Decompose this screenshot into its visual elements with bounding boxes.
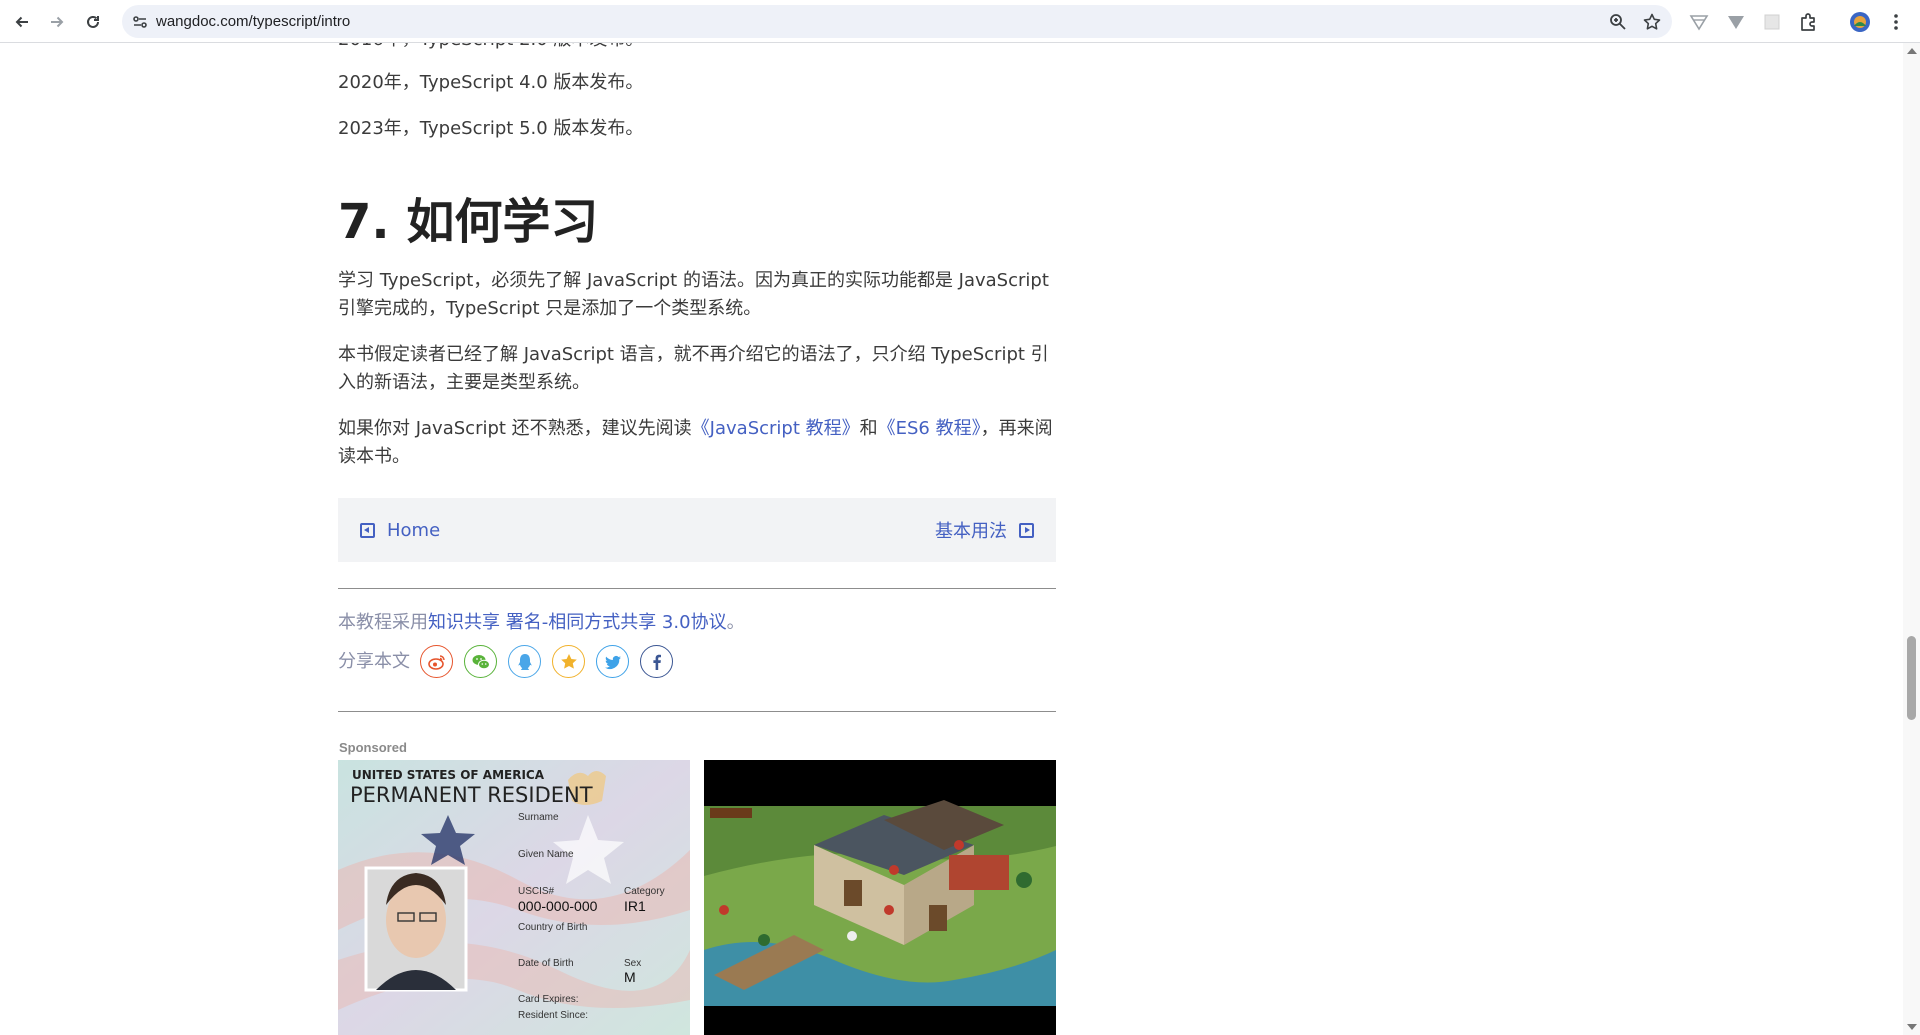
card-country: Country of Birth: [518, 922, 587, 933]
prev-arrow-icon: [360, 522, 375, 538]
share-qq-button[interactable]: [508, 645, 541, 678]
partial-paragraph: 2016年，TypeScript 2.0 版本发布。: [338, 43, 1056, 54]
card-given-name: Given Name: [518, 849, 574, 860]
twitter-icon: [604, 655, 621, 669]
card-uscis-value: 000-000-000: [518, 898, 598, 914]
address-bar[interactable]: wangdoc.com/typescript/intro: [122, 5, 1672, 38]
paragraph-2020: 2020年，TypeScript 4.0 版本发布。: [338, 72, 644, 93]
license-notice: 本教程采用知识共享 署名-相同方式共享 3.0协议。: [338, 609, 745, 637]
next-page-link[interactable]: 基本用法: [935, 498, 1034, 562]
javascript-tutorial-link[interactable]: 《JavaScript 教程》: [692, 418, 860, 439]
qq-icon: [517, 653, 532, 670]
prev-page-link[interactable]: Home: [360, 498, 440, 562]
weibo-icon: [427, 654, 445, 670]
next-page-label: 基本用法: [935, 521, 1007, 542]
card-surname: Surname: [518, 812, 559, 823]
share-label: 分享本文: [338, 651, 410, 672]
paragraph-recommend: 如果你对 JavaScript 还不熟悉，建议先阅读《JavaScript 教程…: [338, 415, 1056, 471]
share-weibo-button[interactable]: [420, 645, 453, 678]
card-since: Resident Since:: [518, 1010, 588, 1021]
scrollbar-thumb[interactable]: [1907, 636, 1916, 720]
card-sex-value: M: [624, 969, 636, 985]
extension-filter-icon[interactable]: [1688, 11, 1710, 33]
arrow-left-icon: [15, 16, 28, 28]
ad-game[interactable]: [704, 760, 1056, 1035]
forward-button[interactable]: [44, 9, 70, 35]
game-screenshot-image: [704, 760, 1056, 1035]
sponsored-label: Sponsored: [339, 740, 407, 755]
card-category-value: IR1: [624, 898, 646, 914]
browser-menu-icon[interactable]: [1885, 11, 1907, 33]
zoom-icon[interactable]: [1608, 12, 1628, 32]
qzone-icon: [560, 653, 577, 669]
card-header-2: PERMANENT RESIDENT: [350, 783, 593, 807]
card-header-1: UNITED STATES OF AMERICA: [352, 768, 545, 782]
browser-toolbar: wangdoc.com/typescript/intro: [0, 0, 1920, 43]
green-card-image: UNITED STATES OF AMERICA PERMANENT RESID…: [338, 760, 690, 1035]
share-facebook-button[interactable]: [640, 645, 673, 678]
url-text[interactable]: wangdoc.com/typescript/intro: [156, 5, 350, 38]
scroll-up-arrow-icon[interactable]: [1907, 48, 1917, 54]
wechat-icon: [472, 654, 490, 669]
page-scrollbar[interactable]: [1903, 43, 1920, 1035]
reload-icon: [87, 15, 99, 28]
card-category-label: Category: [624, 886, 665, 897]
section-heading: 7. 如何学习: [338, 194, 599, 250]
next-arrow-icon: [1019, 522, 1034, 538]
paragraph-assumption: 本书假定读者已经了解 JavaScript 语言，就不再介绍它的语法了，只介绍 …: [338, 344, 1049, 393]
paragraph-learn: 学习 TypeScript，必须先了解 JavaScript 的语法。因为真正的…: [338, 270, 1049, 319]
share-qzone-button[interactable]: [552, 645, 585, 678]
share-wechat-button[interactable]: [464, 645, 497, 678]
extensions-puzzle-icon[interactable]: [1797, 11, 1819, 33]
scroll-down-arrow-icon[interactable]: [1907, 1024, 1917, 1030]
recommend-text-mid: 和: [859, 418, 878, 439]
profile-avatar-icon[interactable]: [1849, 11, 1871, 33]
page-navigation: Home 基本用法: [338, 498, 1056, 562]
extension-funnel-icon[interactable]: [1725, 11, 1747, 33]
card-expires: Card Expires:: [518, 994, 579, 1005]
prev-page-label: Home: [387, 519, 441, 541]
back-button[interactable]: [9, 9, 35, 35]
card-sex-label: Sex: [624, 958, 641, 969]
facebook-icon: [652, 654, 661, 670]
site-settings-icon[interactable]: [130, 12, 150, 32]
card-uscis-label: USCIS#: [518, 886, 555, 897]
extension-blank-icon[interactable]: [1761, 11, 1783, 33]
recommend-text-before: 如果你对 JavaScript 还不熟悉，建议先阅读: [338, 418, 692, 439]
reload-button[interactable]: [80, 9, 106, 35]
article-content: 2016年，TypeScript 2.0 版本发布。 2020年，TypeScr…: [338, 43, 1056, 1035]
ad-green-card[interactable]: UNITED STATES OF AMERICA PERMANENT RESID…: [338, 760, 690, 1035]
license-link[interactable]: 知识共享 署名-相同方式共享 3.0协议: [428, 612, 727, 633]
divider-footer: [338, 711, 1056, 712]
license-suffix: 。: [726, 612, 745, 633]
arrow-right-icon: [51, 16, 64, 28]
es6-tutorial-link[interactable]: 《ES6 教程》: [878, 418, 981, 439]
bookmark-star-icon[interactable]: [1642, 12, 1662, 32]
paragraph-2023: 2023年，TypeScript 5.0 版本发布。: [338, 118, 644, 139]
divider: [338, 588, 1056, 589]
license-prefix: 本教程采用: [338, 612, 428, 633]
share-twitter-button[interactable]: [596, 645, 629, 678]
card-dob: Date of Birth: [518, 958, 574, 969]
